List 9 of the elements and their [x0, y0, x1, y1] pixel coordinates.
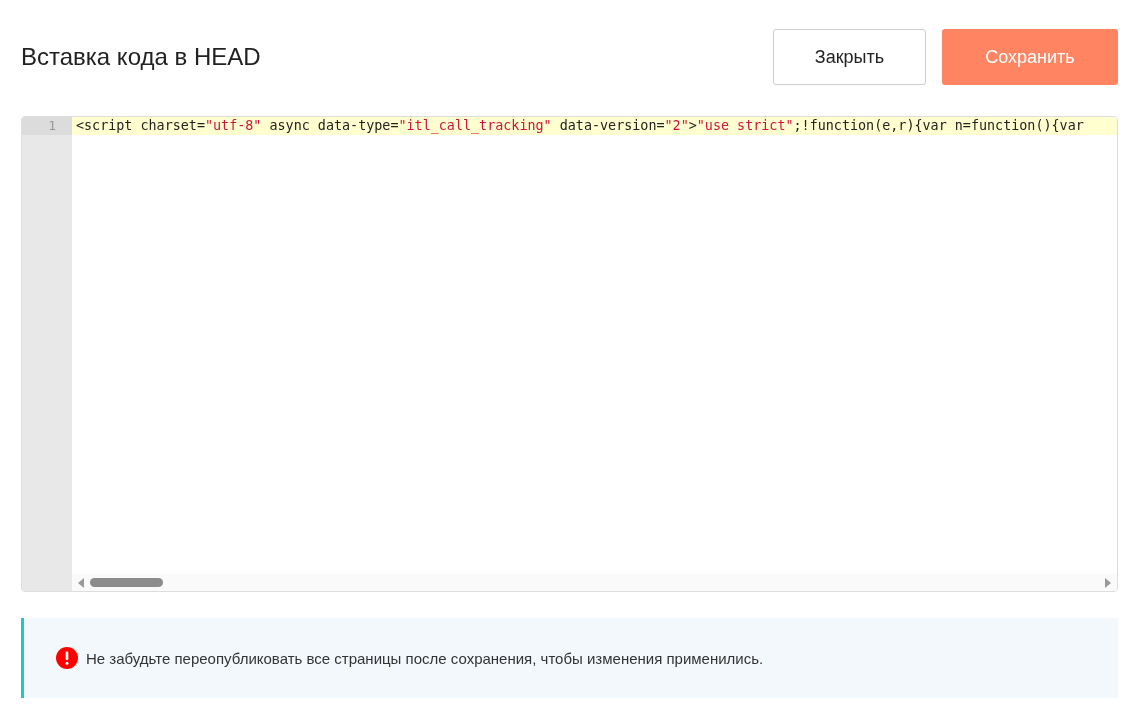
code-editor[interactable]: 1 <script charset="utf-8" async data-type="itl_call_tracking" data-version="2">"use strict";!function(e,r){var n=function(){var	[21, 116, 1118, 592]
scrollbar-thumb[interactable]	[90, 578, 163, 587]
scroll-left-icon[interactable]	[78, 577, 84, 588]
notice-text: Не забудьте переопубликовать все страницы после сохранения, чтобы изменения применились.	[86, 649, 764, 667]
close-button[interactable]: Закрыть	[773, 29, 926, 85]
warning-icon	[56, 647, 78, 669]
line-number: 1	[22, 117, 72, 135]
dialog-title: Вставка кода в HEAD	[21, 43, 261, 71]
scroll-right-icon[interactable]	[1105, 577, 1111, 588]
